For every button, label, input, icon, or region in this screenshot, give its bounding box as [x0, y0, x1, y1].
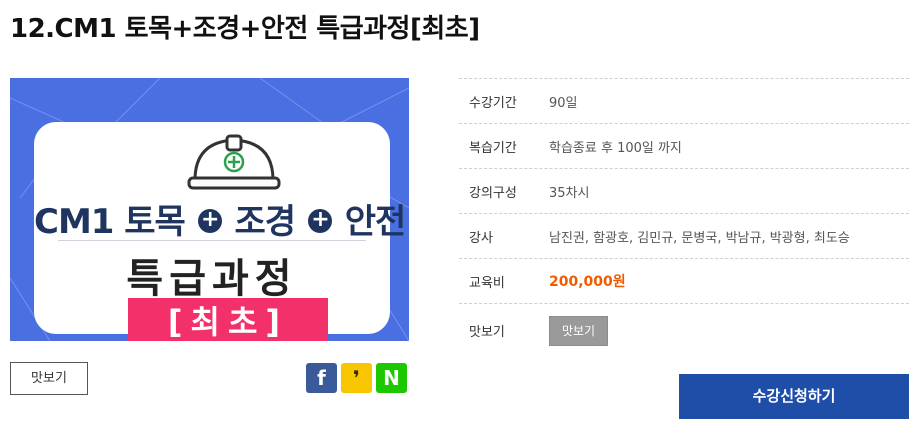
facebook-share-icon[interactable]: f: [306, 363, 337, 393]
apply-course-button[interactable]: 수강신청하기: [679, 374, 909, 419]
first-time-badge: [최초]: [128, 298, 328, 341]
headline-part-civil: CM1 토목: [34, 202, 186, 242]
info-label: 수강기간: [469, 95, 517, 111]
info-label: 복습기간: [469, 140, 517, 156]
price-value: 200,000원: [549, 274, 626, 290]
info-label: 강의구성: [469, 185, 517, 201]
info-label: 맛보기: [469, 325, 505, 340]
course-thumbnail: CM1 토목 + 조경 + 안전 특급과정 [최초]: [10, 78, 409, 341]
info-row-period: 수강기간 90일: [459, 79, 909, 124]
headline-part-landscape: 조경: [234, 202, 297, 242]
info-row-review: 복습기간 학습종료 후 100일 까지: [459, 124, 909, 169]
kakaostory-share-icon[interactable]: ❜: [341, 363, 372, 393]
plus-icon: +: [197, 208, 222, 233]
page-title: 12.CM1 토목+조경+안전 특급과정[최초]: [10, 14, 480, 44]
info-value: 남진권, 함광호, 김민규, 문병국, 박남규, 박광형, 최도승: [549, 230, 850, 246]
info-row-instructors: 강사 남진권, 함광호, 김민규, 문병국, 박남규, 박광형, 최도승: [459, 214, 909, 259]
plus-icon: +: [307, 208, 332, 233]
info-row-fee: 교육비 200,000원: [459, 259, 909, 304]
hardhat-icon: [187, 134, 281, 190]
info-value: 90일: [549, 95, 578, 111]
naver-share-icon[interactable]: N: [376, 363, 407, 393]
info-value: 학습종료 후 100일 까지: [549, 140, 682, 156]
thumbnail-card: CM1 토목 + 조경 + 안전 특급과정 [최초]: [34, 122, 406, 341]
preview-button[interactable]: 맛보기: [10, 362, 88, 395]
preview-mini-button[interactable]: 맛보기: [549, 315, 608, 346]
info-row-preview: 맛보기 맛보기: [459, 304, 909, 357]
info-label: 강사: [469, 230, 493, 246]
info-row-composition: 강의구성 35차시: [459, 169, 909, 214]
thumbnail-headline: CM1 토목 + 조경 + 안전: [34, 194, 406, 243]
card-divider: [58, 240, 366, 241]
course-info-table: 수강기간 90일 복습기간 학습종료 후 100일 까지 강의구성 35차시 강…: [459, 78, 909, 357]
thumbnail-subtitle: 특급과정: [126, 256, 298, 302]
info-label: 교육비: [469, 275, 505, 291]
info-value: 35차시: [549, 185, 590, 201]
headline-part-safety: 안전: [344, 202, 407, 242]
